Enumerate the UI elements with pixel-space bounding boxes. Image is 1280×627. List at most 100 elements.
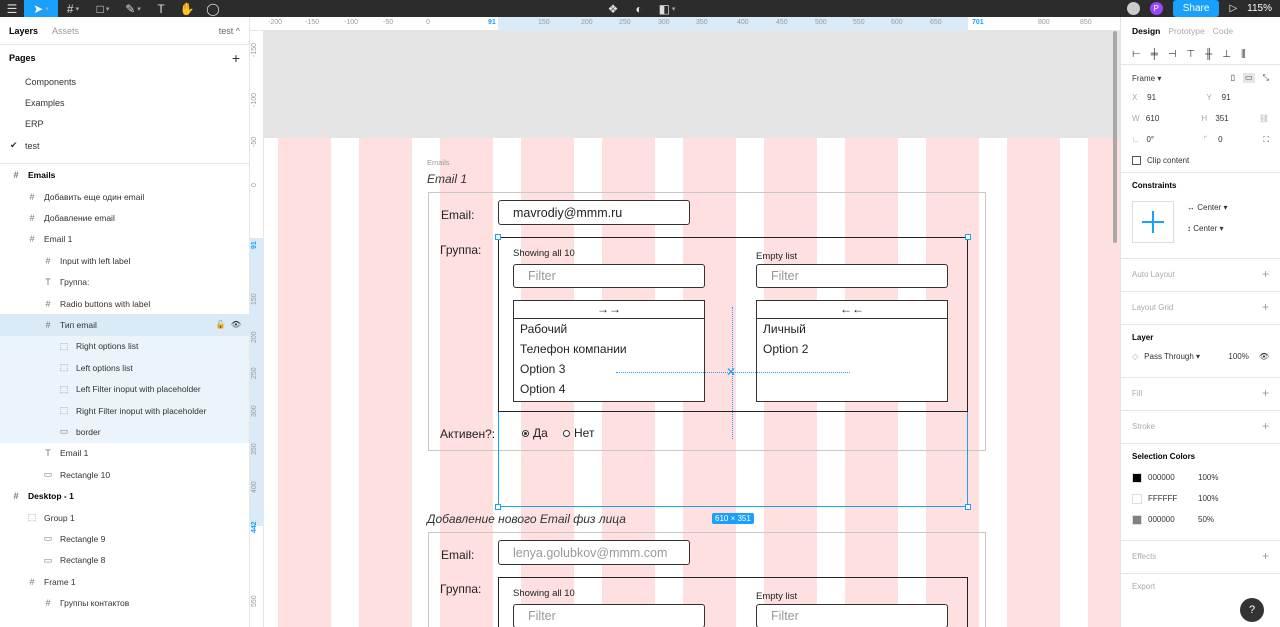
layer-item[interactable]: ▭ Rectangle 9 [0,528,249,549]
distribute-icon[interactable]: ⫼ [1241,49,1246,60]
move-tool-button[interactable]: ➤ ▾ [24,0,58,17]
layer-item[interactable]: # Email 1 [0,229,249,250]
layer-item[interactable]: ⬚ Left Filter inoput with placeholder [0,378,249,400]
color-hex[interactable]: 000000 [1148,473,1198,482]
tab-assets[interactable]: Assets [52,26,79,36]
add-layout-grid-icon[interactable]: + [1262,300,1269,314]
move-left-button[interactable]: ←← [757,301,947,319]
color-opacity[interactable]: 50% [1198,515,1214,524]
share-button[interactable]: Share [1172,0,1220,17]
text-tool-button[interactable]: T [148,0,174,17]
align-right-icon[interactable]: ⊣ [1168,49,1177,60]
layer-item[interactable]: ⬚ Right options list [0,335,249,358]
constraint-vertical[interactable]: ↕ Center ▾ [1187,224,1224,233]
color-opacity[interactable]: 100% [1198,494,1218,503]
left-filter-input[interactable]: Filter [513,264,705,288]
new-left-filter-input[interactable]: Filter [513,604,705,627]
constrain-proportions-icon[interactable]: ⛓ [1259,114,1269,123]
layer-item[interactable]: ⬚ Right Filter inoput with placeholder [0,399,249,422]
layer-item[interactable]: # Добавить еще один email [0,186,249,207]
landscape-icon[interactable]: ▭ [1243,73,1255,83]
list-option[interactable]: Личный [757,319,947,339]
layer-item[interactable]: T Email 1 [0,443,249,464]
frame-tool-button[interactable]: # ▾ [58,0,88,17]
main-menu-icon[interactable]: ☰ [0,0,24,17]
add-fill-icon[interactable]: + [1262,386,1269,400]
layer-item[interactable]: # Desktop - 1 [0,485,249,506]
user-avatar-p[interactable]: P [1149,2,1163,15]
add-effect-icon[interactable]: + [1262,549,1269,563]
left-options-list[interactable]: →→ Рабочий Телефон компании Option 3 Option… [513,300,705,402]
visibility-eye-icon[interactable]: 👁 [1259,352,1269,361]
w-input[interactable]: 610 [1146,114,1190,123]
zoom-level[interactable]: 115% [1247,3,1272,14]
color-opacity[interactable]: 100% [1198,473,1218,482]
align-top-icon[interactable]: ⊤ [1187,49,1196,60]
blend-mode-dropdown[interactable]: Pass Through ▾ [1144,352,1200,361]
layer-opacity-input[interactable]: 100% [1228,352,1248,361]
align-center-h-icon[interactable]: ╪ [1151,49,1158,60]
tab-prototype[interactable]: Prototype [1168,26,1204,36]
frame-label[interactable]: Emails [427,158,450,167]
page-item[interactable]: ✔ test [0,135,249,156]
resize-handle-bl[interactable] [495,504,501,510]
color-hex[interactable]: FFFFFF [1148,494,1198,503]
layer-item[interactable]: # Input with left label [0,250,249,271]
layer-item[interactable]: # Frame 1 [0,571,249,592]
color-swatch[interactable] [1132,514,1142,525]
tab-design[interactable]: Design [1132,26,1160,36]
user-avatar[interactable] [1126,2,1140,15]
comment-tool-button[interactable]: ◯ [200,0,226,17]
list-option[interactable]: Телефон компании [514,339,704,359]
boolean-icon[interactable]: ◧ ▾ [652,0,682,17]
resize-handle-tl[interactable] [495,234,501,240]
help-button[interactable]: ? [1240,598,1264,622]
selection-color-row[interactable]: FFFFFF 100% [1132,488,1269,509]
vertical-scrollbar[interactable] [1113,31,1117,243]
portrait-icon[interactable]: ▯ [1231,73,1235,83]
layer-item[interactable]: ⬚ Left options list [0,357,249,379]
align-left-icon[interactable]: ⊢ [1132,49,1141,60]
layer-item[interactable]: ▭ Rectangle 8 [0,550,249,571]
component-icon[interactable]: ❖ [600,0,626,17]
tab-code[interactable]: Code [1213,26,1233,36]
color-swatch[interactable] [1132,493,1142,504]
constraints-widget[interactable] [1132,201,1174,243]
move-right-button[interactable]: →→ [514,301,704,319]
pen-tool-button[interactable]: ✎ ▾ [118,0,148,17]
align-bottom-icon[interactable]: ⊥ [1222,49,1231,60]
add-auto-layout-icon[interactable]: + [1262,267,1269,281]
right-options-list[interactable]: ←← Личный Option 2 [756,300,948,402]
list-option[interactable]: Option 4 [514,379,704,399]
layer-item[interactable]: # Тип email 🔓 👁 [0,314,249,336]
layer-item[interactable]: # Группы контактов [0,592,249,613]
layer-item[interactable]: # Radio buttons with label [0,293,249,314]
h-input[interactable]: 351 [1215,114,1259,123]
layer-item[interactable]: # Emails [0,165,249,186]
rotation-input[interactable]: 0° [1146,135,1191,144]
frame-dropdown[interactable]: Frame ▾ [1132,74,1161,83]
present-icon[interactable]: ▷ [1229,3,1237,14]
new-right-filter-input[interactable]: Filter [756,604,948,627]
corner-radius-input[interactable]: 0 [1218,135,1263,144]
color-hex[interactable]: 000000 [1148,515,1198,524]
align-center-v-icon[interactable]: ╫ [1205,49,1212,60]
layer-item[interactable]: # Добавление email [0,207,249,228]
list-option[interactable]: Option 2 [757,339,947,359]
selection-color-row[interactable]: 000000 50% [1132,509,1269,530]
tab-layers[interactable]: Layers [9,26,38,36]
selection-color-row[interactable]: 000000 100% [1132,467,1269,488]
canvas[interactable]: -200 -150 -100 -50 0 91 150 200 250 300 350 400 450 5… [250,17,1120,627]
list-option[interactable]: Option 3 [514,359,704,379]
clip-content-checkbox[interactable] [1132,156,1141,165]
constraint-horizontal[interactable]: ↔ Center ▾ [1187,203,1228,212]
resize-handle-tr[interactable] [965,234,971,240]
list-option[interactable]: Рабочий [514,319,704,339]
new-email-input[interactable]: lenya.golubkov@mmm.com [498,540,690,565]
hand-tool-button[interactable]: ✋ [174,0,200,17]
page-selector[interactable]: test ^ [219,26,240,36]
layer-item[interactable]: ▭ Rectangle 10 [0,464,249,485]
shape-tool-button[interactable]: □ ▾ [88,0,118,17]
page-item[interactable]: ERP [0,114,249,135]
add-stroke-icon[interactable]: + [1262,419,1269,433]
